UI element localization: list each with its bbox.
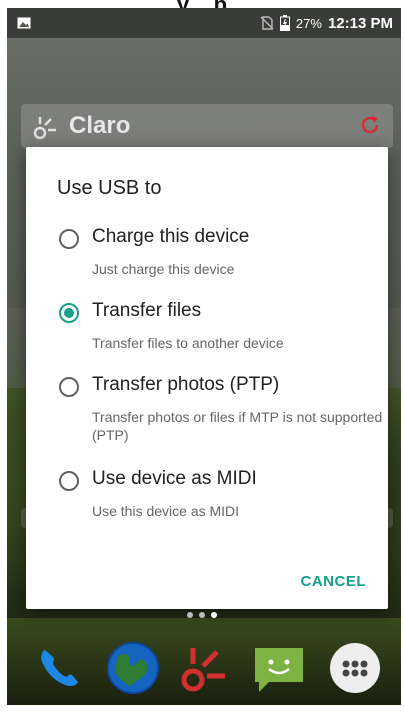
phone-icon[interactable] xyxy=(31,640,87,696)
page-indicator xyxy=(187,612,217,618)
page-dot xyxy=(187,612,193,618)
page-dot xyxy=(199,612,205,618)
radio-button[interactable] xyxy=(59,471,79,491)
claro-widget-title: Claro xyxy=(69,112,131,139)
image-notification-icon xyxy=(17,17,31,29)
option-description: Just charge this device xyxy=(92,261,235,277)
no-sim-icon xyxy=(260,16,274,30)
option-label: Charge this device xyxy=(92,226,250,247)
radio-button[interactable] xyxy=(59,229,79,249)
cancel-button[interactable]: CANCEL xyxy=(301,573,367,590)
radio-button[interactable] xyxy=(59,377,79,397)
option-description: Transfer files to another device xyxy=(92,335,284,351)
home-dock xyxy=(7,640,401,700)
option-description: Transfer photos or files if MTP is not s… xyxy=(92,409,383,443)
refresh-icon xyxy=(361,116,379,134)
status-bar: 27% 12:13 PM xyxy=(7,8,401,38)
usb-mode-dialog: Use USB to Charge this device Just charg… xyxy=(26,147,388,609)
claro-widget: Claro xyxy=(21,104,393,148)
option-label: Transfer files xyxy=(92,300,202,321)
app-drawer-icon[interactable] xyxy=(327,640,383,696)
claro-app-icon[interactable] xyxy=(175,640,231,696)
option-label: Transfer photos (PTP) xyxy=(92,374,280,395)
messaging-icon[interactable] xyxy=(251,640,307,696)
option-label: Use device as MIDI xyxy=(92,468,257,489)
dialog-title: Use USB to xyxy=(57,177,162,199)
clock: 12:13 PM xyxy=(327,14,393,32)
page-dot-active xyxy=(211,612,217,618)
radio-button-selected[interactable] xyxy=(59,303,79,323)
browser-globe-icon[interactable] xyxy=(105,640,161,696)
claro-logo-icon xyxy=(33,117,56,140)
option-description: Use this device as MIDI xyxy=(92,503,240,519)
battery-charging-icon xyxy=(279,15,290,31)
phone-screen: 27% 12:13 PM Claro Use USB to Charge thi… xyxy=(7,8,401,705)
battery-percentage: 27% xyxy=(295,15,322,31)
